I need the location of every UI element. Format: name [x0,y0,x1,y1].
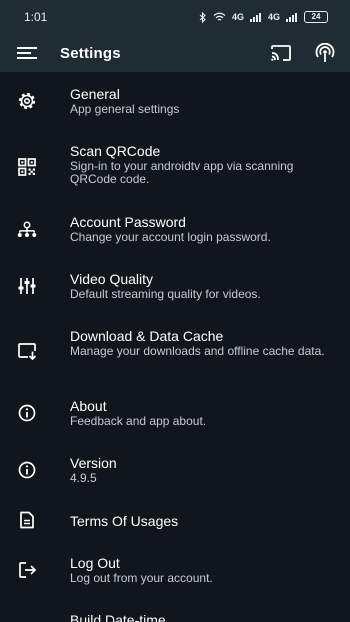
app-bar: Settings [0,34,350,72]
status-bar: 1:01 4G 4G 24 [0,0,350,34]
qrcode-icon [17,157,37,177]
settings-item-subtitle: Feedback and app about. [70,414,207,428]
settings-item-title: General [70,86,120,102]
settings-item-build-date-time[interactable]: Build Date-time [0,609,350,622]
settings-item-title: Log Out [70,555,120,571]
settings-item-about[interactable]: About Feedback and app about. [0,384,350,441]
settings-item-subtitle: 4.9.5 [70,471,97,485]
podcast-antenna-icon[interactable] [314,43,336,63]
settings-item-terms-of-usages[interactable]: Terms Of Usages [0,498,350,542]
gear-icon [17,91,37,111]
settings-item-title: About [70,398,107,414]
settings-item-general[interactable]: General App general settings [0,72,350,129]
settings-item-version[interactable]: Version 4.9.5 [0,441,350,498]
page-title: Settings [60,44,121,62]
bluetooth-icon [199,11,207,23]
logout-icon [17,560,37,580]
settings-item-subtitle: Manage your downloads and offline cache … [70,344,325,358]
settings-item-title: Video Quality [70,271,154,287]
settings-item-title: Terms Of Usages [70,513,179,529]
cast-icon[interactable] [270,44,292,62]
settings-item-subtitle: Sign-in to your androidtv app via scanni… [70,159,294,186]
sliders-icon [17,276,37,296]
battery-indicator: 24 [304,11,328,23]
info-icon [17,460,37,480]
status-time: 1:01 [24,10,48,24]
settings-item-subtitle: Log out from your account. [70,571,213,585]
signal-icon [249,12,262,22]
settings-item-subtitle: Change your account login password. [70,230,271,244]
settings-item-title: Download & Data Cache [70,328,224,344]
settings-item-account-password[interactable]: Account Password Change your account log… [0,200,350,257]
settings-item-title: Scan QRCode [70,143,161,159]
status-icons: 4G 4G 24 [199,11,328,23]
settings-item-title: Build Date-time [70,612,166,622]
settings-item-title: Account Password [70,214,186,230]
info-icon [17,403,37,423]
settings-item-log-out[interactable]: Log Out Log out from your account. [0,542,350,609]
settings-item-title: Version [70,455,117,471]
network-label: 4G [231,12,244,22]
settings-item-scan-qrcode[interactable]: Scan QRCode Sign-in to your androidtv ap… [0,129,350,200]
wifi-icon [213,12,226,22]
settings-item-video-quality[interactable]: Video Quality Default streaming quality … [0,257,350,314]
settings-item-download-data-cache[interactable]: Download & Data Cache Manage your downlo… [0,314,350,384]
download-screen-icon [17,341,37,361]
document-icon [17,510,37,530]
menu-icon[interactable] [16,45,38,61]
account-tree-icon [17,220,37,240]
network-label: 4G [267,12,280,22]
settings-item-subtitle: App general settings [70,102,180,116]
settings-item-subtitle: Default streaming quality for videos. [70,287,261,301]
signal-icon [286,12,298,22]
